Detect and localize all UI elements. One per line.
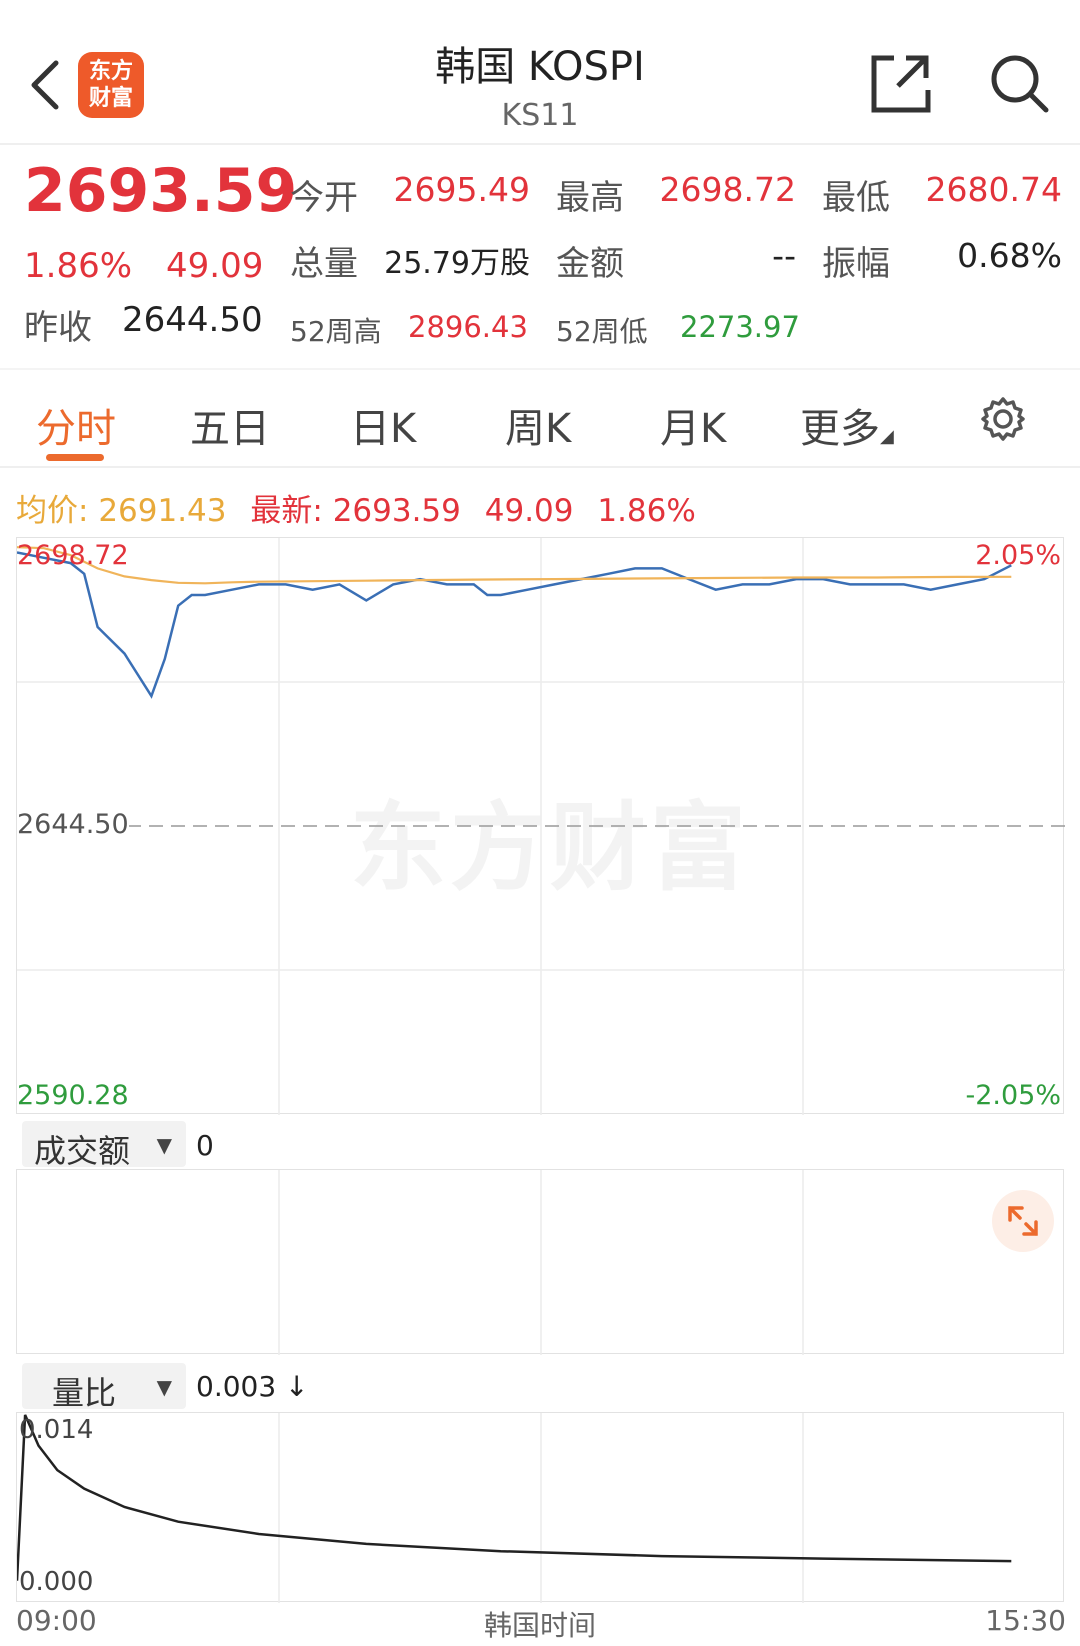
amount-value: --: [772, 236, 796, 275]
price-series-line: [17, 551, 1012, 699]
wk52-low-value: 2273.97: [680, 310, 800, 344]
latest-label: 最新:: [250, 493, 323, 529]
avg-price-label: 均价:: [16, 493, 89, 529]
dropdown-caret-icon: ▼: [156, 1375, 172, 1399]
current-price: 2693.59: [24, 156, 298, 226]
tab-weekly-k[interactable]: 周K: [505, 396, 571, 454]
average-price-line: [17, 546, 1012, 585]
settings-gear-icon[interactable]: [980, 396, 1026, 442]
pct-axis-top-label: 2.05%: [975, 540, 1061, 571]
change-percent: 1.86%: [24, 246, 133, 286]
low-label: 最低: [822, 178, 890, 218]
amplitude-value: 0.68%: [957, 236, 1062, 275]
share-icon[interactable]: [870, 52, 932, 114]
low-value: 2680.74: [925, 170, 1062, 209]
latest-change: 49.09: [484, 493, 574, 529]
volume-chart-grid: [278, 1170, 804, 1355]
amplitude-label: 振幅: [822, 244, 890, 284]
volume-selector-label: 成交额: [34, 1132, 131, 1170]
high-value: 2698.72: [659, 170, 796, 209]
volume-indicator-selector[interactable]: 成交额 ▼: [22, 1121, 186, 1170]
ratio-axis-top-label: 0.014: [19, 1415, 94, 1445]
tab-more[interactable]: 更多◢: [800, 396, 894, 454]
tab-intraday[interactable]: 分时: [36, 396, 116, 454]
open-value: 2695.49: [393, 170, 530, 209]
volume-panel-value: 0: [196, 1129, 214, 1162]
x-axis-title: 韩国时间: [483, 1609, 596, 1642]
open-label: 今开: [290, 178, 358, 218]
ratio-indicator-selector[interactable]: 量比 ▼: [22, 1363, 186, 1412]
intraday-chart-svg: [17, 538, 1065, 1115]
amount-label: 金额: [556, 244, 624, 284]
pct-axis-bottom-label: -2.05%: [965, 1080, 1061, 1111]
search-icon[interactable]: [988, 52, 1050, 114]
y-axis-top-label: 2698.72: [17, 540, 129, 571]
prev-close-label: 昨收: [24, 308, 92, 348]
avg-price-value: 2691.43: [98, 493, 227, 529]
tab-five-day[interactable]: 五日: [190, 396, 270, 454]
volume-label: 总量: [290, 244, 358, 284]
tab-monthly-k[interactable]: 月K: [660, 396, 726, 454]
chart-tabs: 分时 五日 日K 周K 月K 更多◢: [0, 368, 1080, 468]
active-tab-indicator: [46, 454, 104, 461]
ratio-axis-bottom-label: 0.000: [19, 1567, 94, 1597]
chart-info-line: 均价: 2691.43 最新: 2693.59 49.09 1.86%: [16, 485, 696, 530]
expand-arrows-icon: [1008, 1206, 1038, 1236]
latest-change-pct: 1.86%: [597, 493, 696, 529]
volume-value: 25.79万股: [384, 246, 530, 281]
volume-ratio-line: [17, 1414, 1012, 1581]
ratio-selector-label: 量比: [52, 1374, 117, 1412]
wk52-high-label: 52周高: [290, 315, 382, 348]
x-axis-end-label: 15:30: [985, 1604, 1066, 1637]
wk52-low-label: 52周低: [556, 315, 648, 348]
tab-daily-k[interactable]: 日K: [350, 396, 416, 454]
volume-ratio-svg: [17, 1413, 1012, 1603]
y-axis-mid-label: 2644.50: [17, 809, 129, 840]
expand-chart-button[interactable]: [992, 1190, 1054, 1252]
top-bar: 东方 财富 韩国 KOSPI KS11: [0, 0, 1080, 145]
prev-close-value: 2644.50: [122, 300, 263, 340]
volume-ratio-chart[interactable]: 0.014 0.000: [16, 1412, 1064, 1603]
change-value: 49.09: [166, 246, 264, 286]
ratio-panel-value: 0.003 ↓: [196, 1370, 309, 1403]
wk52-high-value: 2896.43: [408, 310, 528, 344]
y-axis-bottom-label: 2590.28: [17, 1080, 129, 1111]
dropdown-caret-icon: ▼: [156, 1133, 172, 1157]
intraday-chart[interactable]: 2698.72 2644.50 2590.28 2.05% -2.05%: [16, 537, 1065, 1115]
latest-value: 2693.59: [332, 493, 461, 529]
caret-down-icon: ◢: [880, 426, 894, 447]
high-label: 最高: [556, 178, 624, 218]
volume-chart[interactable]: [16, 1169, 1064, 1355]
tab-more-label: 更多: [800, 406, 880, 452]
